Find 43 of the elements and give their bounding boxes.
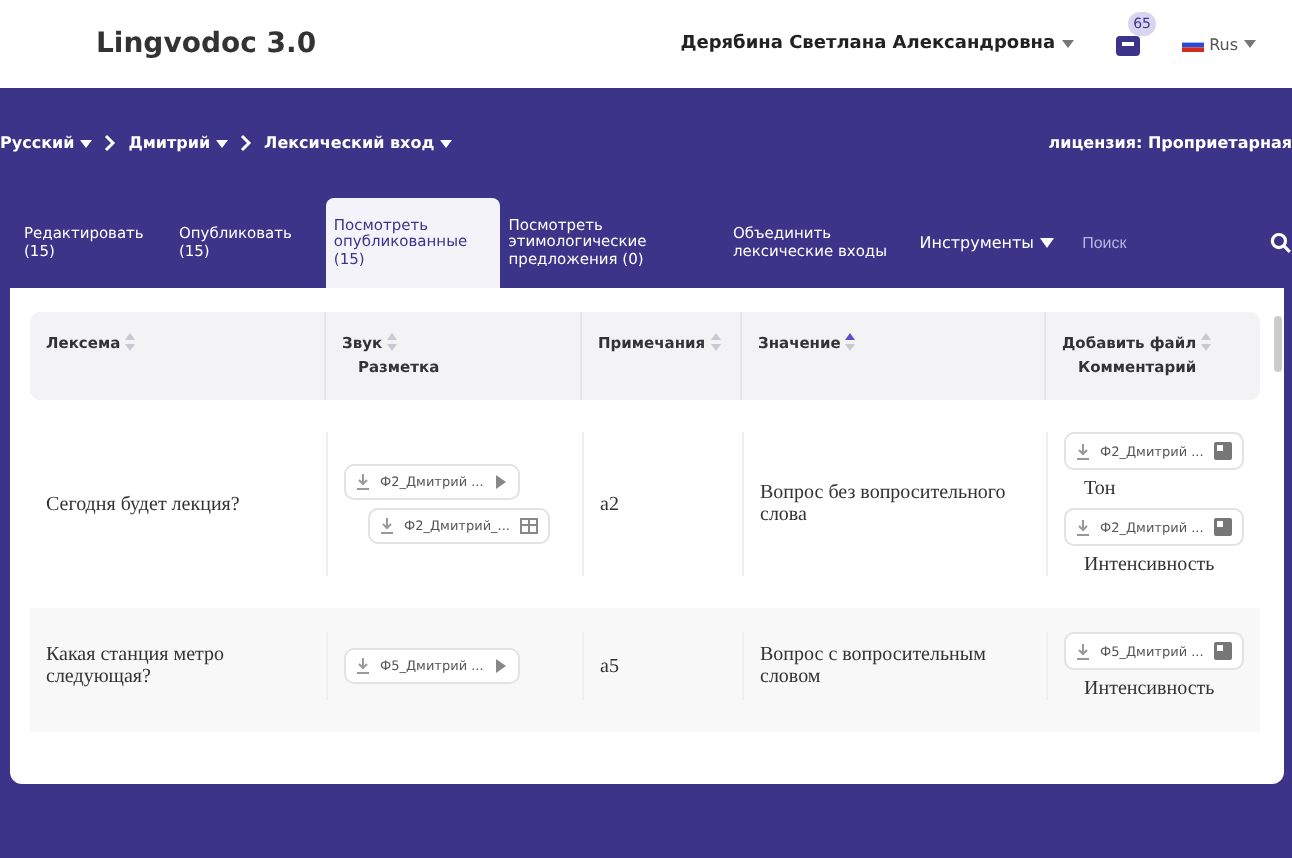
caret-icon bbox=[1039, 238, 1054, 248]
inbox-icon[interactable] bbox=[1113, 30, 1142, 58]
play-icon[interactable] bbox=[493, 474, 508, 490]
table-cell-text: Вопрос с вопросительным словом bbox=[760, 644, 988, 688]
download-icon[interactable] bbox=[356, 474, 370, 490]
table-cell-text: Тон bbox=[1082, 478, 1116, 500]
download-icon[interactable] bbox=[1076, 519, 1090, 535]
app-logo[interactable]: Lingvodoc 3.0 bbox=[96, 28, 317, 60]
license-label: лицензия: Проприетарная bbox=[1048, 134, 1292, 152]
table-cell-text: Интенсивность bbox=[1082, 678, 1215, 700]
search-icon[interactable] bbox=[1270, 232, 1292, 254]
breadcrumb-item[interactable]: Лексический вход bbox=[264, 134, 453, 152]
table-cell: а2 bbox=[600, 493, 619, 515]
table-cell-text: Вопрос без вопросительного слова bbox=[760, 482, 1008, 526]
table-cell-text: Интенсивность bbox=[1082, 554, 1215, 576]
chevron-icon bbox=[104, 134, 117, 152]
download-icon[interactable] bbox=[380, 518, 394, 534]
chevron-icon bbox=[240, 134, 253, 152]
caret-icon bbox=[1061, 40, 1074, 48]
image-icon[interactable] bbox=[1213, 442, 1232, 460]
caret-icon bbox=[440, 139, 453, 147]
download-icon[interactable] bbox=[1076, 443, 1090, 459]
download-icon[interactable] bbox=[356, 658, 370, 674]
table-icon[interactable] bbox=[520, 518, 538, 534]
table-cell: а5 bbox=[600, 655, 619, 677]
sort-icon[interactable] bbox=[844, 332, 857, 352]
image-icon[interactable] bbox=[1213, 642, 1232, 660]
breadcrumb-item[interactable]: Русский bbox=[0, 134, 93, 152]
scrollbar-thumb[interactable] bbox=[1274, 316, 1282, 372]
flag-icon bbox=[1181, 37, 1204, 51]
search-field[interactable]: Поиск bbox=[1078, 232, 1271, 254]
user-menu[interactable]: Дерябина Светлана Александровна bbox=[680, 34, 1074, 54]
play-icon[interactable] bbox=[493, 658, 508, 674]
table-cell-text: Какая станция метро следующая? bbox=[46, 644, 227, 688]
breadcrumb-item[interactable]: Дмитрий bbox=[128, 134, 229, 152]
table-cell: Сегодня будет лекция? bbox=[46, 493, 240, 515]
language-selector[interactable]: Rus bbox=[1181, 35, 1256, 53]
caret-icon bbox=[216, 139, 229, 147]
caret-icon bbox=[80, 139, 93, 147]
download-icon[interactable] bbox=[1076, 643, 1090, 659]
tools-menu[interactable]: Инструменты bbox=[919, 234, 1079, 252]
caret-icon bbox=[1244, 40, 1256, 48]
image-icon[interactable] bbox=[1213, 518, 1232, 536]
